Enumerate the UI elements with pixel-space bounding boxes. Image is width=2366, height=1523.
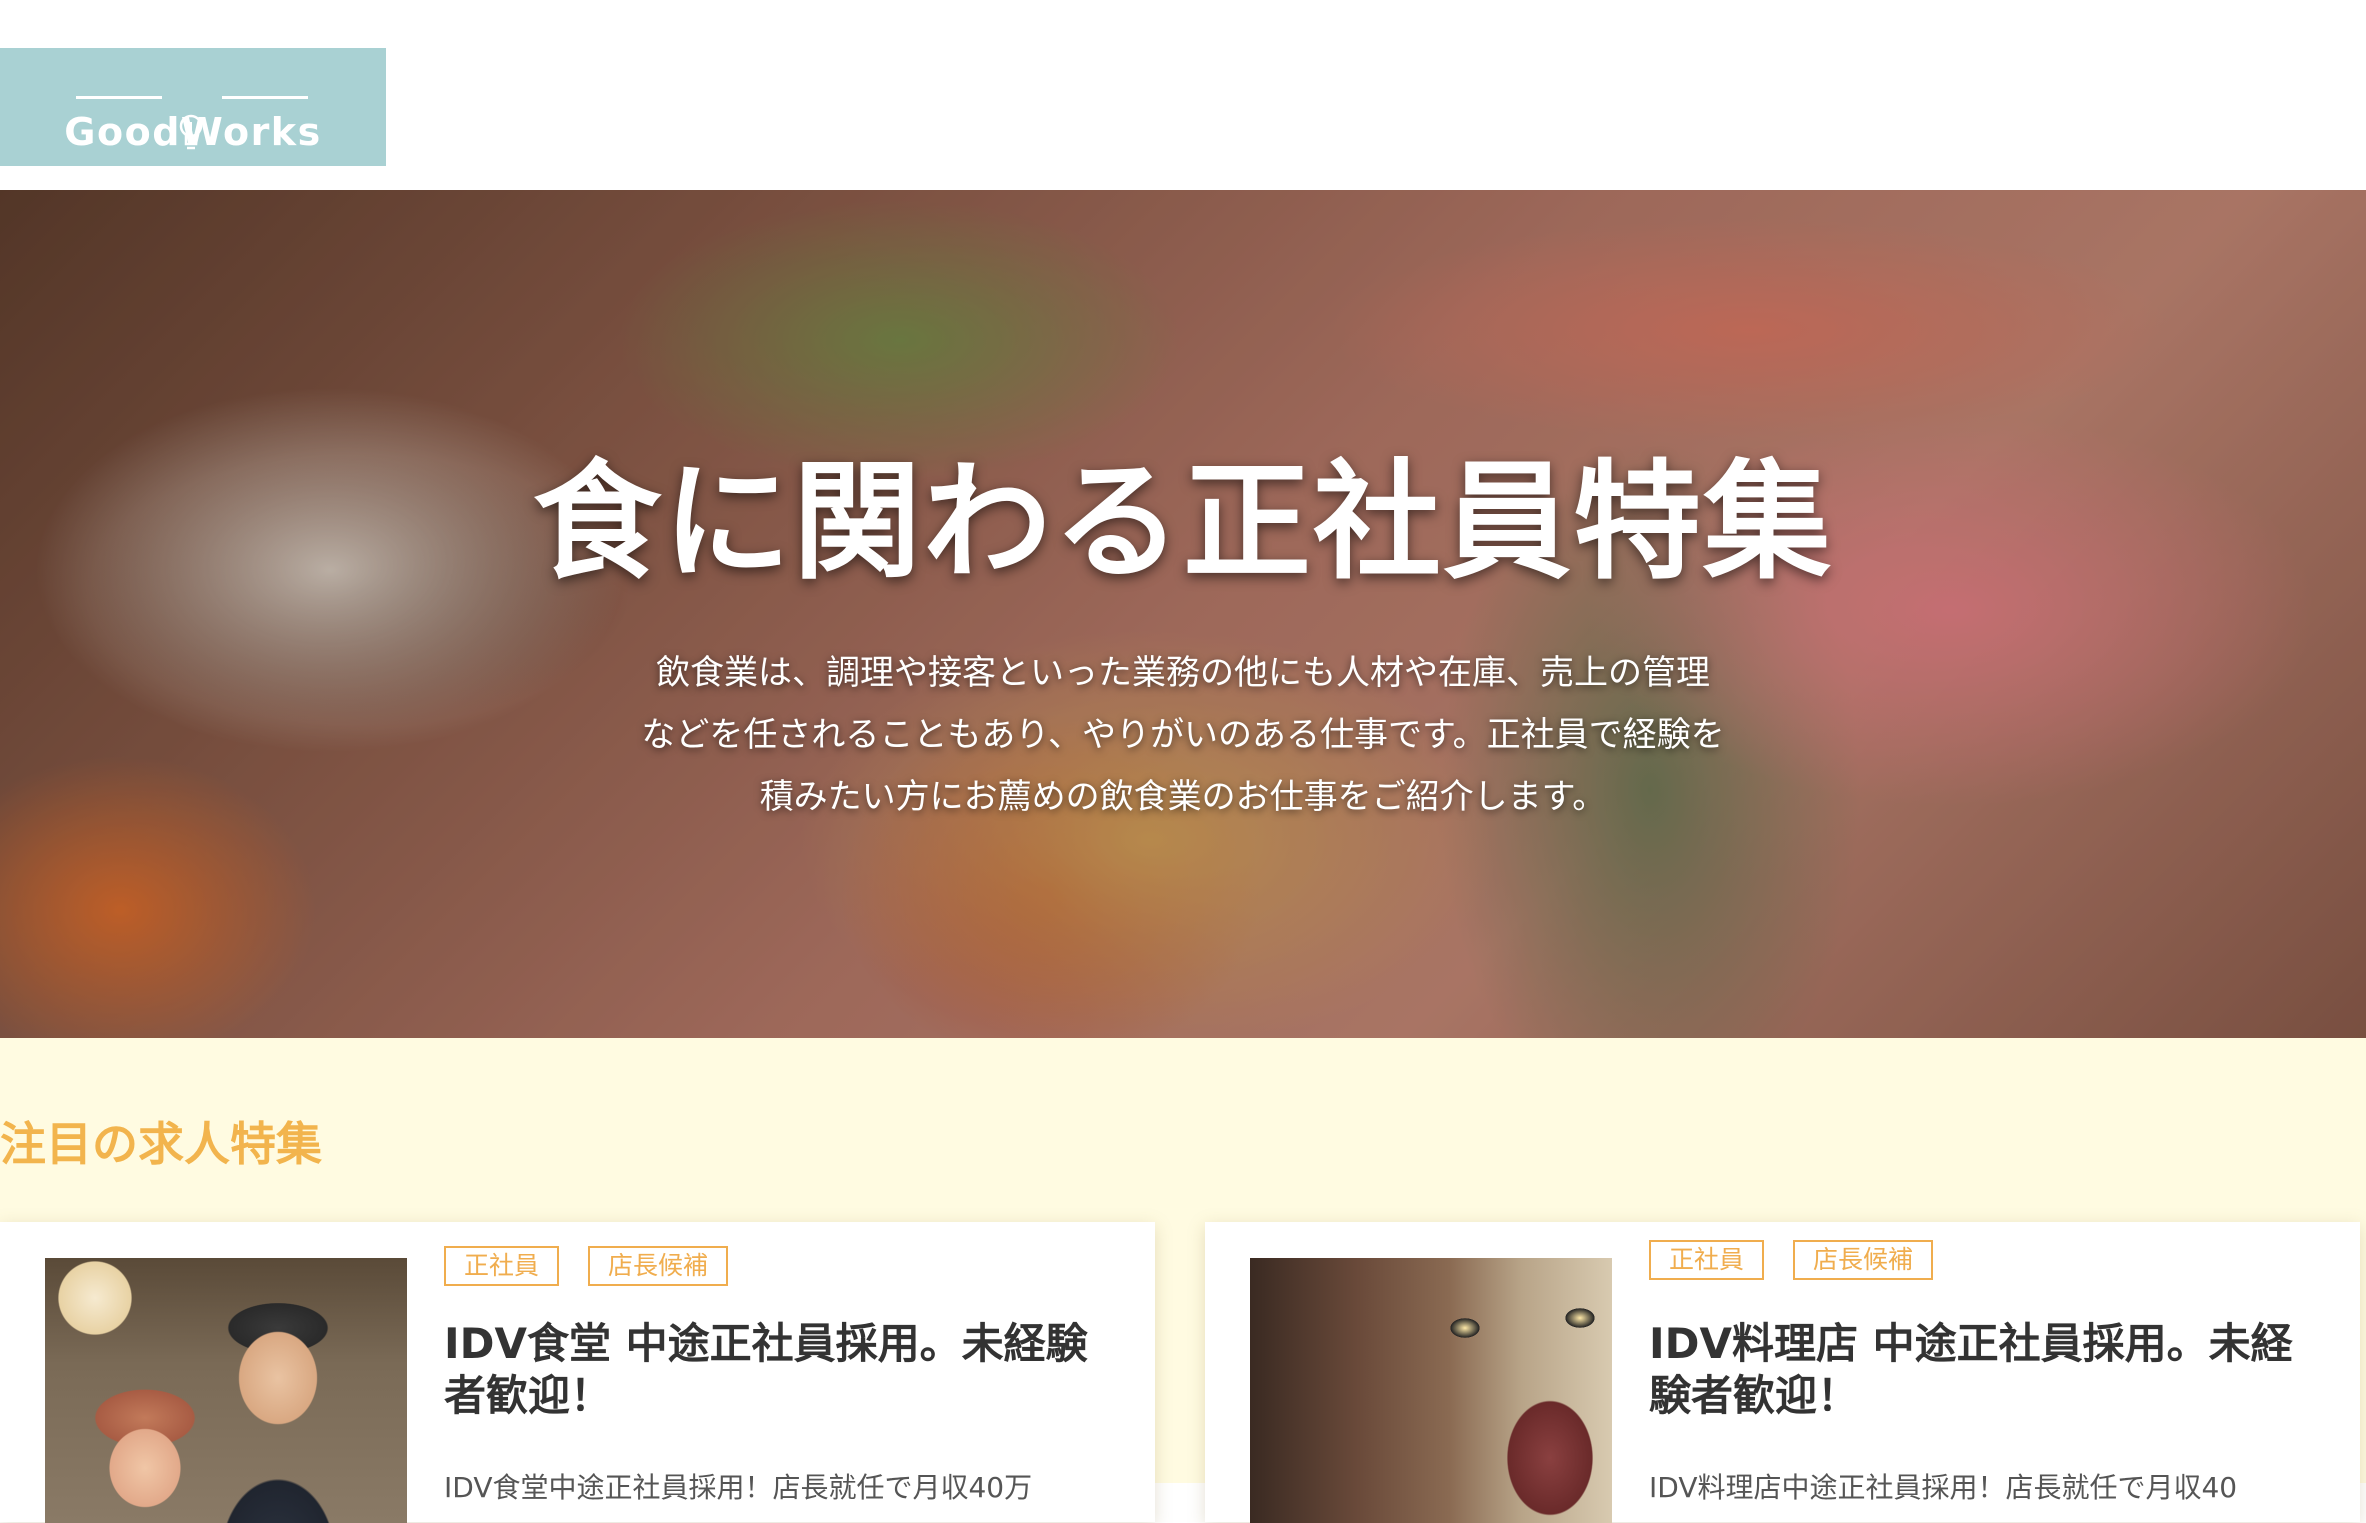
- job-title[interactable]: IDV食堂 中途正社員採用。未経験者歓迎！: [444, 1318, 1104, 1422]
- tag-employment-type: 正社員: [1649, 1240, 1765, 1280]
- logo-divider-right: [222, 96, 308, 99]
- job-title[interactable]: IDV料理店 中途正社員採用。未経験者歓迎！: [1649, 1318, 2309, 1422]
- hero-description: 飲食業は、調理や接客といった業務の他にも人材や在庫、売上の管理 などを任されるこ…: [583, 642, 1783, 828]
- site-logo[interactable]: GoodWorks: [0, 48, 386, 166]
- hero-banner: 食に関わる正社員特集 飲食業は、調理や接客といった業務の他にも人材や在庫、売上の…: [0, 190, 2366, 1038]
- tag-employment-type: 正社員: [444, 1246, 560, 1286]
- job-excerpt: IDV食堂中途正社員採用！店長就任で月収40万: [444, 1471, 1033, 1504]
- job-card[interactable]: 正社員 店長候補 IDV料理店 中途正社員採用。未経験者歓迎！ IDV料理店中途…: [1205, 1222, 2360, 1523]
- tag-position: 店長候補: [1793, 1240, 1934, 1280]
- hero-description-line: 飲食業は、調理や接客といった業務の他にも人材や在庫、売上の管理: [656, 653, 1710, 693]
- job-thumbnail: [45, 1258, 407, 1523]
- job-excerpt: IDV料理店中途正社員採用！店長就任で月収40: [1649, 1471, 2238, 1504]
- hero-description-line: などを任されることもあり、やりがいのある仕事です。正社員で経験を: [641, 715, 1725, 755]
- featured-jobs-section: 注目の求人特集 正社員 店長候補 IDV食堂 中途正社員採用。未経験者歓迎！ I…: [0, 1038, 2366, 1523]
- logo-divider-left: [76, 96, 162, 99]
- section-heading: 注目の求人特集: [0, 1117, 322, 1171]
- job-thumbnail: [1250, 1258, 1612, 1523]
- hero-title: 食に関わる正社員特集: [532, 448, 1833, 597]
- hero-overlay: [0, 190, 2366, 1038]
- site-header: GoodWorks: [0, 0, 2366, 190]
- logo-text: GoodWorks: [64, 110, 322, 154]
- job-card[interactable]: 正社員 店長候補 IDV食堂 中途正社員採用。未経験者歓迎！ IDV食堂中途正社…: [0, 1222, 1155, 1523]
- hero-description-line: 積みたい方にお薦めの飲食業のお仕事をご紹介します。: [759, 777, 1607, 817]
- tag-position: 店長候補: [588, 1246, 729, 1286]
